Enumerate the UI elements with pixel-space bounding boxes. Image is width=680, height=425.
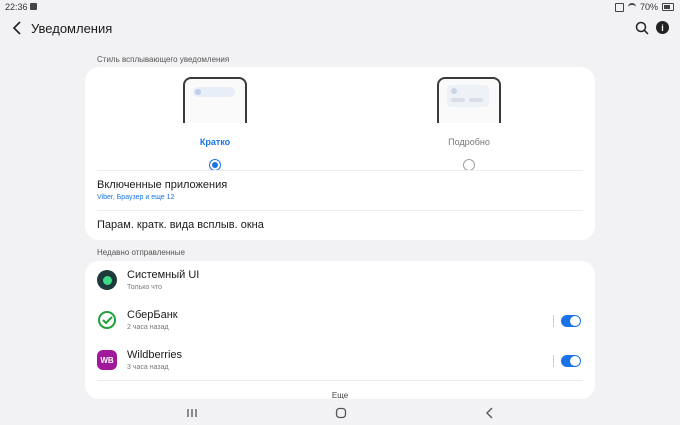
gallery-notification-icon: [30, 3, 37, 10]
app-row-sberbank[interactable]: СберБанк 2 часа назад: [85, 303, 595, 339]
divider: [97, 170, 583, 171]
divider: [97, 380, 583, 381]
home-button[interactable]: [333, 405, 349, 421]
app-time: 2 часа назад: [127, 324, 169, 331]
app-row-wildberries[interactable]: WB Wildberries 3 часа назад: [85, 343, 595, 379]
app-row-system-ui[interactable]: Системный UI Только что: [85, 263, 595, 299]
search-button[interactable]: [634, 20, 650, 36]
app-time: 3 часа назад: [127, 364, 169, 371]
navigation-bar: [0, 401, 680, 425]
search-icon: [635, 21, 649, 35]
recent-card: Системный UI Только что СберБанк 2 часа …: [85, 261, 595, 399]
recents-button[interactable]: [184, 405, 200, 421]
app-name: Wildberries: [127, 349, 183, 361]
wifi-icon: [627, 3, 636, 11]
separator: [553, 355, 554, 367]
status-icons: 70%: [614, 2, 674, 12]
recent-header: Недавно отправленные: [97, 248, 185, 257]
app-name: Системный UI: [127, 269, 200, 281]
brief-preview-image: [183, 77, 247, 123]
popup-style-header: Стиль всплывающего уведомления: [97, 55, 230, 64]
separator: [553, 315, 554, 327]
wildberries-icon: WB: [97, 350, 117, 370]
status-bar: 22:36 70%: [0, 0, 680, 14]
style-option-brief[interactable]: Кратко: [165, 77, 265, 172]
sberbank-toggle[interactable]: [561, 315, 581, 327]
popup-style-card: Кратко Подробно Включенные приложения Vi…: [85, 67, 595, 240]
battery-icon: [662, 3, 674, 11]
detailed-preview-image: [437, 77, 501, 123]
app-time: Только что: [127, 284, 162, 291]
system-ui-icon: [97, 270, 117, 290]
app-name: СберБанк: [127, 309, 178, 321]
divider: [97, 210, 583, 211]
info-icon: i: [661, 22, 664, 33]
nav-back-button[interactable]: [482, 405, 498, 421]
enabled-apps-row[interactable]: Включенные приложения Viber, Браузер и е…: [97, 179, 583, 201]
sberbank-icon: [97, 310, 117, 330]
app-bar: Уведомления i: [0, 14, 680, 42]
more-button[interactable]: Еще: [85, 391, 595, 399]
recents-icon: [187, 409, 197, 417]
info-button[interactable]: i: [656, 21, 669, 34]
enabled-apps-subtitle: Viber, Браузер и еще 12: [97, 194, 175, 201]
chevron-left-icon: [12, 21, 21, 35]
enabled-apps-title: Включенные приложения: [97, 179, 228, 191]
mute-icon: [614, 2, 624, 12]
back-icon: [486, 407, 493, 419]
battery-percent: 70%: [639, 2, 658, 12]
style-option-detailed[interactable]: Подробно: [419, 77, 519, 172]
status-time: 22:36: [5, 2, 28, 12]
brief-settings-title: Парам. кратк. вида всплыв. окна: [97, 219, 264, 231]
home-icon: [335, 407, 347, 419]
wildberries-toggle[interactable]: [561, 355, 581, 367]
brief-settings-row[interactable]: Парам. кратк. вида всплыв. окна: [97, 219, 583, 231]
style-label-detailed: Подробно: [448, 137, 490, 147]
back-button[interactable]: [9, 20, 25, 36]
page-title: Уведомления: [31, 21, 113, 36]
style-label-brief: Кратко: [199, 137, 231, 147]
